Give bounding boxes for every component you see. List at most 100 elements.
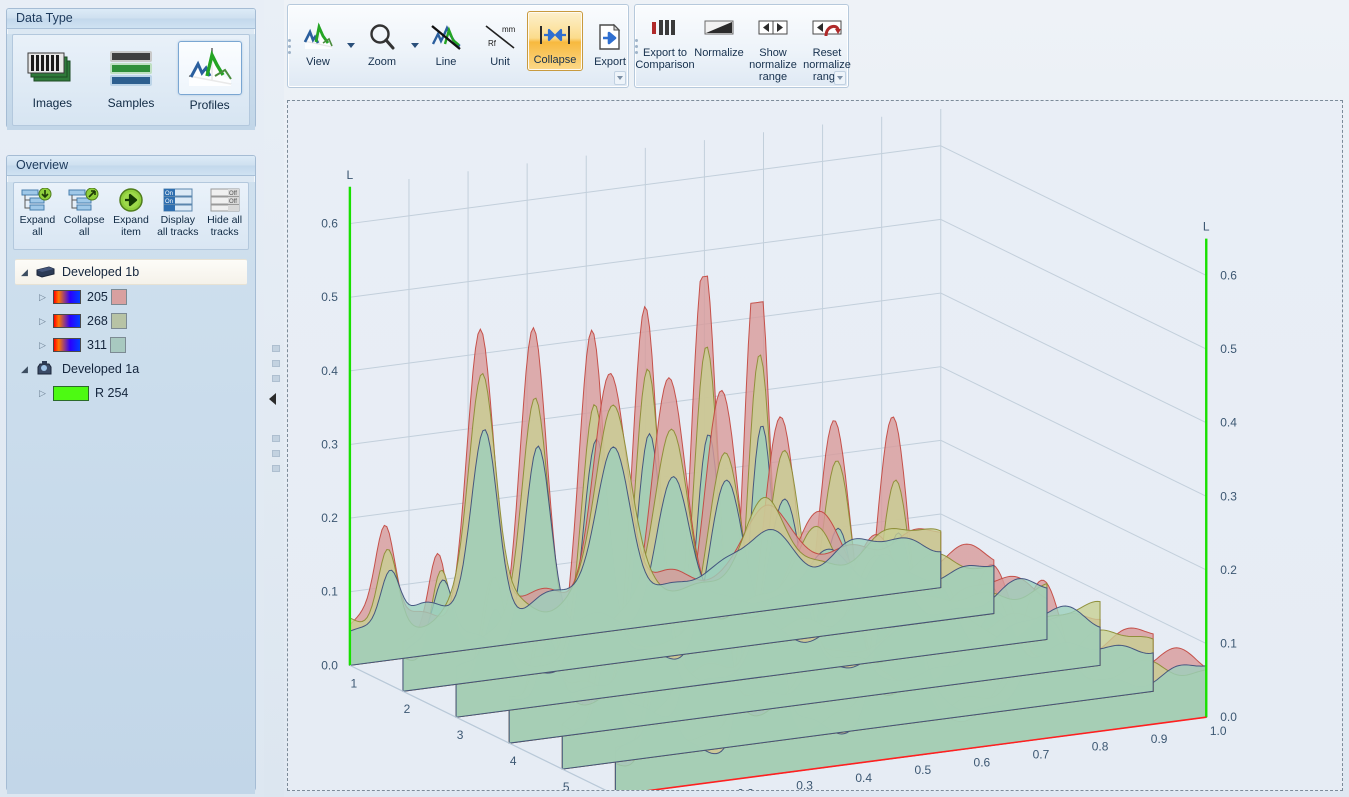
profiles-curve-icon bbox=[177, 41, 242, 95]
chevron-collapsed-icon[interactable]: ▷ bbox=[39, 388, 53, 399]
show-normalize-range-icon bbox=[756, 11, 790, 45]
expand-all-button[interactable]: Expand all bbox=[14, 187, 60, 238]
samples-bars-icon bbox=[96, 41, 166, 93]
data-type-panel-body: Images Samples Profiles bbox=[7, 34, 255, 130]
export-to-comparison-button[interactable]: Export to Comparison bbox=[635, 5, 695, 71]
collapse-button-label: Collapse bbox=[533, 54, 577, 66]
track-color-swatch-311[interactable] bbox=[109, 337, 126, 353]
svg-text:Off: Off bbox=[229, 199, 237, 205]
collapse-arrows-icon bbox=[537, 18, 573, 52]
chevron-expanded-icon[interactable]: ◢ bbox=[21, 267, 35, 278]
collapse-button[interactable]: Collapse bbox=[527, 11, 583, 71]
svg-text:0.0: 0.0 bbox=[1220, 710, 1237, 724]
profiles-3d-chart[interactable]: 0.0 0.1 0.2 0.3 0.4 0.5 0.6 L 0.0 0.1 0.2 0.3 0.4 0.5… bbox=[287, 100, 1343, 791]
view-dropdown-caret-icon[interactable] bbox=[347, 42, 355, 48]
reset-normalize-range-button[interactable]: Reset normalize range bbox=[800, 5, 854, 83]
expand-item-label: Expand item bbox=[113, 214, 149, 238]
overview-toolbar: Expand all Collapse all Expand item On O… bbox=[13, 182, 249, 250]
display-all-tracks-icon: On On bbox=[155, 187, 201, 213]
collapse-button-wrap: Collapse bbox=[527, 5, 583, 77]
view-button[interactable]: View bbox=[291, 14, 345, 68]
data-type-label-profiles: Profiles bbox=[189, 98, 230, 112]
svg-text:L: L bbox=[1203, 220, 1210, 234]
data-type-label-images: Images bbox=[32, 96, 72, 110]
normalize-label: Normalize bbox=[694, 47, 744, 59]
view-button-wrap: View bbox=[291, 5, 355, 77]
data-type-button-images[interactable]: Images bbox=[17, 41, 87, 110]
svg-text:2: 2 bbox=[404, 702, 411, 716]
ribbon-group-overflow-normalize[interactable] bbox=[834, 71, 846, 85]
ribbon-group-overflow-view[interactable] bbox=[614, 71, 626, 85]
ribbon-toolbar: View Zoom Line mm Rf Unit Collapse Expor… bbox=[287, 4, 1345, 94]
svg-text:1: 1 bbox=[351, 676, 358, 690]
display-all-tracks-label: Display all tracks bbox=[157, 214, 199, 238]
chevron-expanded-icon[interactable]: ◢ bbox=[21, 364, 35, 375]
tree-item-developed-1a[interactable]: ◢ Developed 1a bbox=[7, 357, 255, 381]
tree-item-developed-1b[interactable]: ◢ Developed 1b bbox=[15, 259, 247, 285]
tree-item-311[interactable]: ▷ 311 bbox=[7, 333, 255, 357]
line-button-wrap: Line bbox=[419, 5, 473, 77]
line-button[interactable]: Line bbox=[419, 14, 473, 68]
data-type-button-profiles[interactable]: Profiles bbox=[175, 41, 245, 112]
track-color-swatch-205[interactable] bbox=[110, 289, 127, 305]
tree-item-205[interactable]: ▷ 205 bbox=[7, 285, 255, 309]
normalize-ramp-icon bbox=[702, 11, 736, 45]
svg-text:0.2: 0.2 bbox=[737, 786, 754, 790]
export-button[interactable]: Export bbox=[583, 14, 637, 68]
svg-text:0.9: 0.9 bbox=[1151, 732, 1168, 746]
unit-button[interactable]: mm Rf Unit bbox=[473, 14, 527, 68]
expand-item-button[interactable]: Expand item bbox=[108, 187, 154, 238]
svg-text:3: 3 bbox=[457, 728, 464, 742]
lamp-icon bbox=[35, 361, 55, 377]
data-type-button-samples[interactable]: Samples bbox=[96, 41, 166, 110]
zoom-button[interactable]: Zoom bbox=[355, 14, 409, 68]
data-type-panel-title: Data Type bbox=[7, 9, 255, 29]
svg-text:0.3: 0.3 bbox=[796, 779, 813, 790]
hide-all-tracks-button[interactable]: Off Off Hide all tracks bbox=[202, 187, 248, 238]
svg-text:On: On bbox=[165, 199, 173, 205]
chevron-collapsed-icon[interactable]: ▷ bbox=[39, 340, 53, 351]
ribbon-group-normalize: Export to Comparison Normalize Show norm… bbox=[634, 4, 851, 88]
overview-panel: Overview Expand all Collapse all Expand … bbox=[6, 155, 256, 794]
fluorescence-icon bbox=[53, 385, 89, 401]
data-type-panel: Data Type Images Samples Profiles bbox=[6, 8, 256, 130]
svg-text:Rf: Rf bbox=[488, 39, 497, 48]
collapse-left-arrow-icon[interactable] bbox=[269, 393, 276, 405]
svg-text:L: L bbox=[347, 168, 354, 182]
splitter-grip-top bbox=[272, 345, 280, 382]
application-window: Data Type Images Samples Profiles Overvi… bbox=[0, 0, 1349, 797]
panel-splitter[interactable] bbox=[264, 0, 284, 797]
overview-tree: ◢ Developed 1b ▷ 205 ▷ 268 ▷ 311 ◢ Devel… bbox=[7, 259, 255, 405]
magnifier-icon bbox=[366, 20, 398, 54]
svg-text:0.0: 0.0 bbox=[321, 658, 338, 672]
wavelength-icon bbox=[53, 338, 81, 352]
view-profile-icon bbox=[301, 20, 335, 54]
zoom-button-label: Zoom bbox=[367, 56, 397, 68]
svg-text:0.2: 0.2 bbox=[321, 511, 338, 525]
svg-text:0.6: 0.6 bbox=[321, 217, 338, 231]
unit-button-label: Unit bbox=[490, 56, 510, 68]
svg-text:0.3: 0.3 bbox=[321, 437, 338, 451]
svg-text:0.5: 0.5 bbox=[1220, 342, 1237, 356]
chevron-collapsed-icon[interactable]: ▷ bbox=[39, 316, 53, 327]
chevron-collapsed-icon[interactable]: ▷ bbox=[39, 292, 53, 303]
overview-panel-title: Overview bbox=[7, 156, 255, 176]
ribbon-group-view: View Zoom Line mm Rf Unit Collapse Expor… bbox=[287, 4, 647, 88]
svg-text:0.3: 0.3 bbox=[1220, 489, 1237, 503]
data-type-label-samples: Samples bbox=[107, 96, 155, 110]
unit-mm-rf-icon: mm Rf bbox=[482, 20, 518, 54]
svg-text:0.1: 0.1 bbox=[1220, 637, 1237, 651]
zoom-button-wrap: Zoom bbox=[355, 5, 419, 77]
zoom-dropdown-caret-icon[interactable] bbox=[411, 42, 419, 48]
tree-item-268[interactable]: ▷ 268 bbox=[7, 309, 255, 333]
collapse-all-button[interactable]: Collapse all bbox=[61, 187, 107, 238]
export-to-comparison-label: Export to Comparison bbox=[635, 47, 695, 71]
display-all-tracks-button[interactable]: On On Display all tracks bbox=[155, 187, 201, 238]
track-color-swatch-268[interactable] bbox=[110, 313, 127, 329]
tree-label-268: 268 bbox=[87, 314, 108, 328]
show-normalize-range-button[interactable]: Show normalize range bbox=[746, 5, 800, 83]
left-sidebar: Data Type Images Samples Profiles Overvi… bbox=[0, 0, 264, 797]
wavelength-icon bbox=[53, 314, 81, 328]
normalize-button[interactable]: Normalize bbox=[692, 5, 746, 59]
tree-item-r254[interactable]: ▷ R 254 bbox=[7, 381, 255, 405]
